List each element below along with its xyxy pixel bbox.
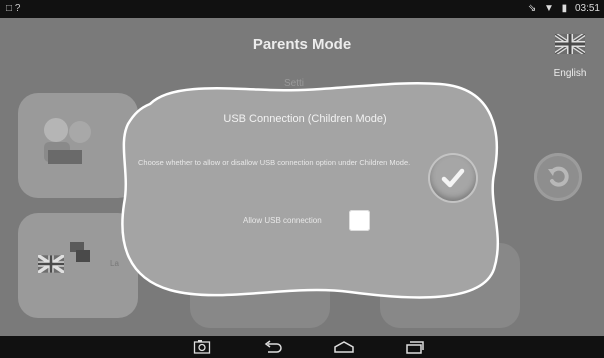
- battery-icon: ▮: [561, 3, 568, 14]
- status-right: ⇘ ▼ ▮ 03:51: [523, 3, 600, 14]
- home-icon[interactable]: [333, 339, 355, 355]
- wifi-icon: ▼: [543, 3, 554, 14]
- status-left: □ ?: [6, 3, 20, 14]
- kids-icon: [44, 118, 94, 164]
- screen: □ ? ⇘ ▼ ▮ 03:51 Parents Mode English Set…: [0, 0, 604, 358]
- recent-apps-icon[interactable]: [404, 339, 426, 355]
- checkmark-icon: [441, 168, 465, 188]
- language-label[interactable]: English: [548, 68, 592, 79]
- uk-flag-icon: [38, 255, 64, 273]
- return-icon: [548, 166, 569, 187]
- signal-icon: ⇘: [527, 3, 537, 14]
- page-title: Parents Mode: [252, 36, 352, 53]
- dialog-title: USB Connection (Children Mode): [223, 113, 387, 125]
- confirm-button[interactable]: [430, 155, 476, 201]
- flags-icon: [70, 242, 90, 262]
- allow-usb-checkbox[interactable]: [349, 210, 370, 231]
- screenshot-icon[interactable]: [193, 339, 211, 355]
- status-time: 03:51: [574, 3, 600, 14]
- navigation-bar: [0, 336, 604, 358]
- back-icon[interactable]: [262, 339, 284, 355]
- image-icon: □: [6, 3, 13, 14]
- uk-flag-icon[interactable]: [555, 34, 585, 54]
- question-icon: ?: [14, 3, 21, 14]
- return-button[interactable]: [534, 153, 582, 201]
- status-bar: □ ? ⇘ ▼ ▮ 03:51: [0, 0, 604, 18]
- usb-option-label: Allow USB connection: [243, 216, 322, 225]
- dialog-description: Choose whether to allow or disallow USB …: [138, 158, 411, 167]
